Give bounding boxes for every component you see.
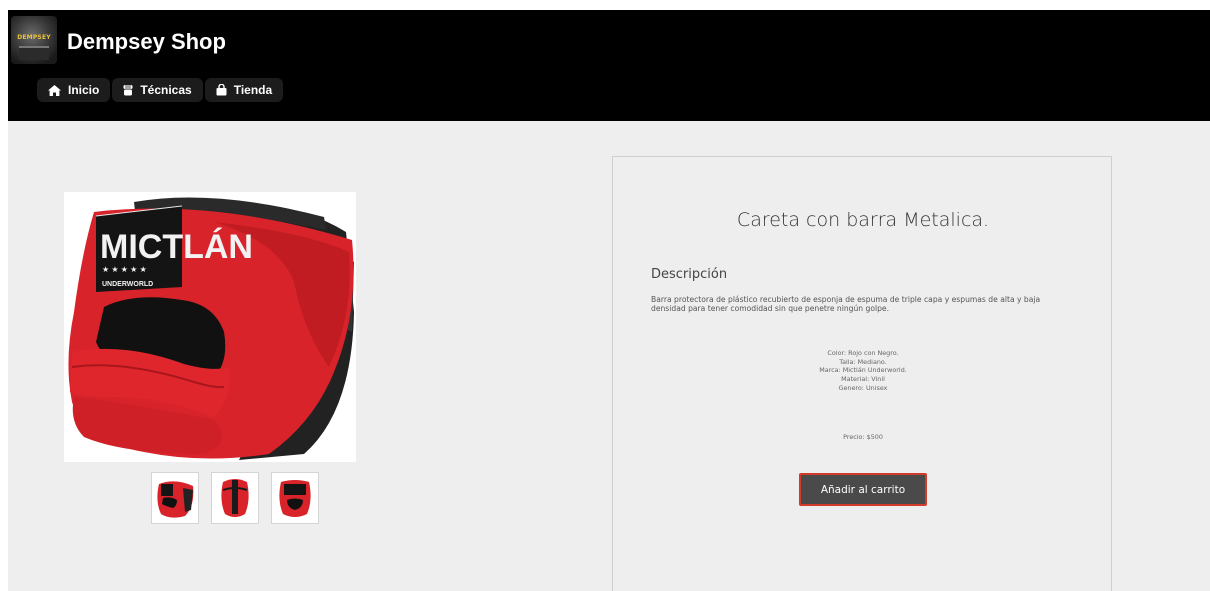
product-price: Precio: $500 <box>843 433 883 441</box>
thumbnail-image <box>157 481 194 518</box>
home-icon <box>48 84 61 96</box>
headgear-brand-subtext: UNDERWORLD <box>102 281 153 288</box>
product-specs: Color: Rojo con Negro. Talla: Mediano. M… <box>613 349 1113 393</box>
nav-label: Técnicas <box>140 83 192 97</box>
spec-brand: Marca: Mictlán Underworld. <box>819 366 907 375</box>
site-title[interactable]: Dempsey Shop <box>67 29 226 55</box>
headgear-brand-text: MICTLÁN <box>100 228 253 266</box>
thumbnail-front[interactable] <box>151 472 199 524</box>
spec-color: Color: Rojo con Negro. <box>827 349 899 357</box>
product-details-card: Careta con barra Metalica. Descripción B… <box>612 156 1112 591</box>
fist-icon <box>123 85 133 96</box>
svg-text:★ ★ ★ ★ ★: ★ ★ ★ ★ ★ <box>102 265 147 274</box>
thumbnail-back[interactable] <box>211 472 259 524</box>
thumbnail-image <box>221 479 249 517</box>
main-nav: Inicio Técnicas Tienda <box>37 78 284 102</box>
spec-size: Talla: Mediano. <box>839 357 887 366</box>
headgear-image: MICTLÁN ★ ★ ★ ★ ★ UNDERWORLD <box>68 197 354 460</box>
product-title: Careta con barra Metalica. <box>736 209 990 231</box>
logo-text: DEMPSEY <box>17 34 51 41</box>
spec-gender: Genero: Unisex <box>838 383 888 392</box>
product-main-image[interactable]: MICTLÁN ★ ★ ★ ★ ★ UNDERWORLD <box>64 192 356 462</box>
nav-item-inicio[interactable]: Inicio <box>37 78 111 102</box>
description-text: Barra protectora de plástico recubierto … <box>651 295 1041 313</box>
nav-item-tecnicas[interactable]: Técnicas <box>112 78 203 102</box>
thumbnail-side[interactable] <box>271 472 319 524</box>
nav-label: Tienda <box>233 83 273 97</box>
site-header: DEMPSEY Dempsey Shop Inicio Técnicas Tie… <box>8 10 1210 121</box>
spec-material: Material: Vinil <box>841 375 885 384</box>
nav-item-tienda[interactable]: Tienda <box>204 78 284 102</box>
description-heading: Descripción <box>651 267 728 282</box>
add-to-cart-button[interactable]: Añadir al carrito <box>799 473 927 506</box>
shopping-bag-icon <box>216 84 227 96</box>
thumbnail-strip <box>151 472 319 524</box>
thumbnail-image <box>279 480 311 517</box>
nav-label: Inicio <box>68 83 100 97</box>
logo[interactable]: DEMPSEY <box>11 16 57 64</box>
page: DEMPSEY Dempsey Shop Inicio Técnicas Tie… <box>8 10 1210 591</box>
logo-graphic <box>19 46 49 60</box>
